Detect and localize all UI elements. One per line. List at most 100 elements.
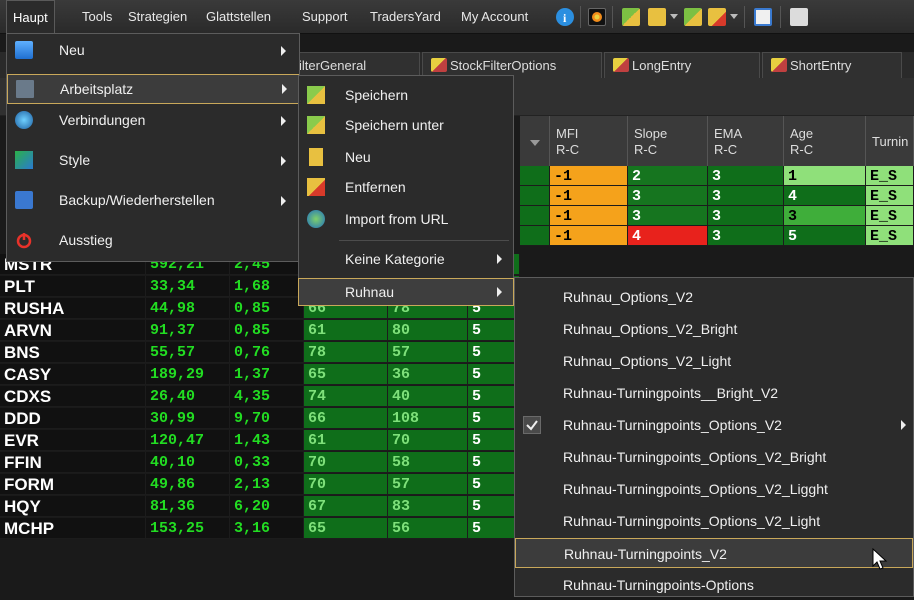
column-header-turning[interactable]: Turnin (866, 116, 914, 166)
cell-price: 55,57 (146, 342, 230, 363)
tab-label: LongEntry (632, 58, 692, 73)
submenu-arrow-icon (497, 254, 502, 264)
layout-remove-icon[interactable] (708, 8, 726, 26)
cell-c4: 108 (388, 408, 468, 429)
menu-item-neu[interactable]: Neu (7, 36, 299, 66)
cell-sym: CASY (0, 364, 146, 385)
menu-item-arbeitsplatz[interactable]: Arbeitsplatz (7, 74, 299, 104)
menu-support[interactable]: Support (302, 0, 348, 34)
cell-turn: E_S (866, 166, 914, 186)
toolbar-separator (580, 6, 581, 28)
cell-c4: 56 (388, 518, 468, 539)
save-as-icon (307, 116, 325, 134)
cell-sym: ARVN (0, 320, 146, 341)
menu-item-keine-kategorie[interactable]: Keine Kategorie (299, 246, 513, 272)
column-header-age[interactable]: Age R-C (784, 116, 866, 166)
menu-item-backup[interactable]: Backup/Wiederherstellen (7, 186, 299, 216)
menu-item-ruhnau[interactable]: Ruhnau (298, 278, 514, 306)
table-icon[interactable] (754, 8, 772, 26)
menu-my-account[interactable]: My Account (461, 0, 528, 34)
cell-age: 5 (784, 226, 866, 246)
menu-item-ruhnau-layout[interactable]: Ruhnau-Turningpoints__Bright_V2 (515, 378, 913, 408)
menu-item-ruhnau-layout[interactable]: Ruhnau-Turningpoints_V2 (515, 538, 913, 568)
column-header-ema[interactable]: EMA R-C (708, 116, 784, 166)
workspace-save-icon[interactable] (622, 8, 640, 26)
cell-mfi: -1 (550, 186, 628, 206)
tab-label: ilterGeneral (299, 58, 367, 73)
cell-chg: 2,13 (230, 474, 304, 495)
cell-c3: 74 (304, 386, 388, 407)
cell-price: 189,29 (146, 364, 230, 385)
cell-chg: 9,70 (230, 408, 304, 429)
menu-item-ruhnau-layout[interactable]: Ruhnau-Turningpoints_Options_V2_Ligght (515, 474, 913, 504)
cell-c4: 40 (388, 386, 468, 407)
cell-c5: 5 (468, 496, 520, 517)
layout-icon[interactable] (684, 8, 702, 26)
submenu-arrow-icon (281, 196, 286, 206)
menu-bar: Haupt Tools Strategien Glattstellen Supp… (0, 0, 914, 34)
menu-item-ruhnau-layout[interactable]: Ruhnau-Turningpoints-Options (515, 570, 913, 600)
cell-sym: HQY (0, 496, 146, 517)
cell-c5: 5 (468, 474, 520, 495)
theme-icon[interactable] (588, 8, 606, 26)
tab-short-entry[interactable]: ShortEntry (762, 52, 902, 78)
strategy-icon (771, 58, 787, 72)
chevron-down-icon[interactable] (670, 14, 678, 19)
cell-c5: 5 (468, 430, 520, 451)
menu-item-speichern[interactable]: Speichern (299, 82, 513, 108)
tab-long-entry[interactable]: LongEntry (604, 52, 760, 78)
menu-item-entfernen[interactable]: Entfernen (299, 174, 513, 200)
backup-icon (15, 191, 33, 209)
chevron-down-icon[interactable] (730, 14, 738, 19)
menu-item-label: Ruhnau-Turningpoints-Options (563, 577, 754, 593)
cell-c3: 61 (304, 430, 388, 451)
menu-item-ruhnau-layout[interactable]: Ruhnau_Options_V2 (515, 282, 913, 312)
menu-item-label: Entfernen (345, 179, 406, 195)
cell-sym: CDXS (0, 386, 146, 407)
header-line: MFI (556, 126, 579, 141)
toolbar-separator (612, 6, 613, 28)
menu-item-ruhnau-layout[interactable]: Ruhnau_Options_V2_Bright (515, 314, 913, 344)
menu-tools[interactable]: Tools (82, 0, 112, 34)
cell-price: 40,10 (146, 452, 230, 473)
cell-chg: 0,33 (230, 452, 304, 473)
cell-age: 4 (784, 186, 866, 206)
cell-age: 1 (784, 166, 866, 186)
cell-c5: 5 (468, 386, 520, 407)
info-icon[interactable]: i (556, 8, 574, 26)
menu-item-ruhnau-layout[interactable]: Ruhnau-Turningpoints_Options_V2 (515, 410, 913, 440)
menu-item-label: Ruhnau-Turningpoints__Bright_V2 (563, 385, 779, 401)
menu-haupt[interactable]: Haupt (6, 0, 55, 34)
menu-item-ruhnau-layout[interactable]: Ruhnau-Turningpoints_Options_V2_Bright (515, 442, 913, 472)
menu-item-ruhnau-layout[interactable]: Ruhnau-Turningpoints_Options_V2_Light (515, 506, 913, 536)
menu-item-neu-workspace[interactable]: Neu (299, 144, 513, 170)
menu-glattstellen[interactable]: Glattstellen (206, 0, 271, 34)
header-line: R-C (790, 142, 814, 157)
menu-item-label: Ruhnau-Turningpoints_Options_V2_Light (563, 513, 821, 529)
cell-price: 91,37 (146, 320, 230, 341)
menu-item-style[interactable]: Style (7, 146, 299, 176)
column-header-mfi[interactable]: MFI R-C (550, 116, 628, 166)
grid-icon[interactable] (790, 8, 808, 26)
cell-chg: 0,85 (230, 320, 304, 341)
cell-mfi: -1 (550, 226, 628, 246)
menu-item-ausstieg[interactable]: Ausstieg (7, 226, 299, 256)
cell-c5: 5 (468, 452, 520, 473)
cell-c3: 61 (304, 320, 388, 341)
menu-item-verbindungen[interactable]: Verbindungen (7, 106, 299, 136)
cell-price: 49,86 (146, 474, 230, 495)
menu-item-speichern-unter[interactable]: Speichern unter (299, 112, 513, 138)
cell-sym: FORM (0, 474, 146, 495)
sort-column-header[interactable] (520, 116, 550, 166)
save-icon (307, 86, 325, 104)
menu-item-import-url[interactable]: Import from URL (299, 206, 513, 232)
column-header-slope[interactable]: Slope R-C (628, 116, 708, 166)
cell-age: 3 (784, 206, 866, 226)
folder-icon[interactable] (648, 8, 666, 26)
row-marker-cell (520, 206, 550, 226)
menu-strategien[interactable]: Strategien (128, 0, 187, 34)
menu-item-ruhnau-layout[interactable]: Ruhnau_Options_V2_Light (515, 346, 913, 376)
menu-tradersyard[interactable]: TradersYard (370, 0, 441, 34)
submenu-arrow-icon (281, 116, 286, 126)
cell-slope: 4 (628, 226, 708, 246)
